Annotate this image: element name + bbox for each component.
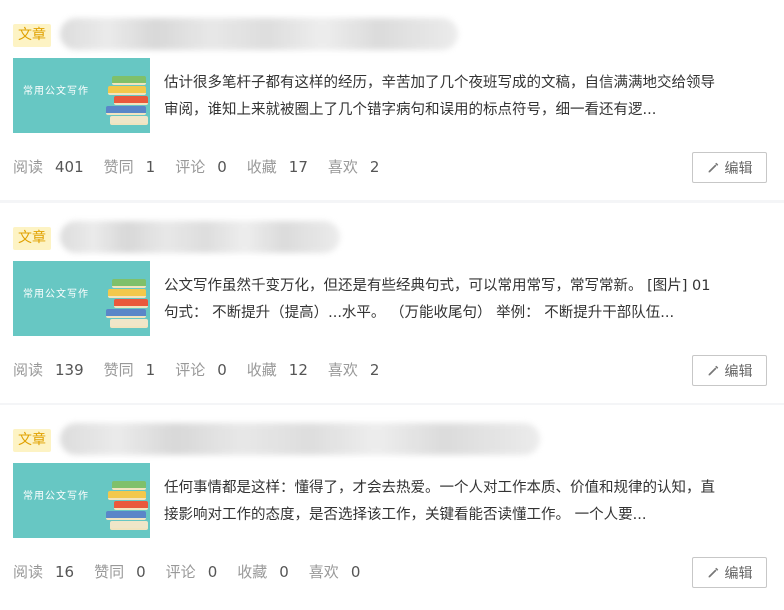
stat-approvals: 赞同 1 bbox=[103, 360, 156, 380]
stat-favorites: 收藏 12 bbox=[246, 360, 308, 380]
stat-comments: 评论 0 bbox=[165, 562, 218, 582]
article-type-tag: 文章 bbox=[13, 429, 51, 452]
pencil-icon bbox=[708, 162, 718, 173]
stat-likes: 喜欢 0 bbox=[308, 562, 361, 582]
edit-button-label: 编辑 bbox=[724, 160, 753, 177]
article-thumbnail[interactable]: 常用公文写作 bbox=[13, 58, 150, 133]
article-card: 文章 常用公文写作 估计很多笔杆子都有这样的经历，辛苦加了几个夜班写成的文稿，自… bbox=[0, 0, 784, 200]
article-title-blurred[interactable] bbox=[60, 18, 458, 50]
edit-button-label: 编辑 bbox=[724, 565, 753, 582]
thumbnail-caption: 常用公文写作 bbox=[23, 491, 89, 502]
stat-approvals: 赞同 0 bbox=[94, 562, 146, 582]
stat-approvals: 赞同 1 bbox=[103, 157, 156, 177]
edit-button-label: 编辑 bbox=[724, 363, 753, 380]
stat-favorites: 收藏 17 bbox=[246, 157, 308, 177]
thumbnail-caption: 常用公文写作 bbox=[23, 86, 89, 97]
article-title-blurred[interactable] bbox=[60, 423, 540, 455]
article-stats: 阅读 139 赞同 1 评论 0 收藏 12 喜欢 2 bbox=[13, 359, 399, 380]
stat-comments: 评论 0 bbox=[175, 360, 227, 380]
books-icon bbox=[104, 279, 150, 336]
stat-reads: 阅读 16 bbox=[13, 562, 75, 582]
article-type-tag: 文章 bbox=[13, 24, 51, 47]
books-icon bbox=[104, 481, 150, 538]
pencil-icon bbox=[708, 365, 718, 376]
edit-button[interactable]: 编辑 bbox=[692, 152, 767, 183]
books-icon bbox=[104, 76, 150, 133]
stat-likes: 喜欢 2 bbox=[327, 360, 380, 380]
edit-button[interactable]: 编辑 bbox=[692, 557, 767, 588]
stat-reads: 阅读 401 bbox=[13, 157, 84, 177]
article-type-tag: 文章 bbox=[13, 227, 51, 250]
edit-button[interactable]: 编辑 bbox=[692, 355, 767, 386]
article-stats: 阅读 16 赞同 0 评论 0 收藏 0 喜欢 0 bbox=[13, 561, 380, 582]
stat-comments: 评论 0 bbox=[175, 157, 227, 177]
article-excerpt[interactable]: 任何事情都是这样：懂得了，才会去热爱。一个人对工作本质、价值和规律的认知，直接影… bbox=[164, 475, 724, 529]
thumbnail-caption: 常用公文写作 bbox=[23, 289, 89, 300]
article-thumbnail[interactable]: 常用公文写作 bbox=[13, 463, 150, 538]
article-excerpt[interactable]: 公文写作虽然千变万化，但还是有些经典句式，可以常用常写，常写常新。 [图片] 0… bbox=[164, 273, 724, 327]
stat-reads: 阅读 139 bbox=[13, 360, 84, 380]
article-list: 文章 常用公文写作 估计很多笔杆子都有这样的经历，辛苦加了几个夜班写成的文稿，自… bbox=[0, 0, 784, 610]
stat-likes: 喜欢 2 bbox=[327, 157, 380, 177]
article-stats: 阅读 401 赞同 1 评论 0 收藏 17 喜欢 2 bbox=[13, 156, 399, 177]
pencil-icon bbox=[708, 567, 718, 578]
article-card: 文章 常用公文写作 任何事情都是这样：懂得了，才会去热爱。一个人对工作本质、价值… bbox=[0, 405, 784, 610]
article-card: 文章 常用公文写作 公文写作虽然千变万化，但还是有些经典句式，可以常用常写，常写… bbox=[0, 203, 784, 403]
article-title-blurred[interactable] bbox=[60, 221, 340, 253]
article-excerpt[interactable]: 估计很多笔杆子都有这样的经历，辛苦加了几个夜班写成的文稿，自信满满地交给领导审阅… bbox=[164, 70, 724, 124]
stat-favorites: 收藏 0 bbox=[237, 562, 289, 582]
article-thumbnail[interactable]: 常用公文写作 bbox=[13, 261, 150, 336]
